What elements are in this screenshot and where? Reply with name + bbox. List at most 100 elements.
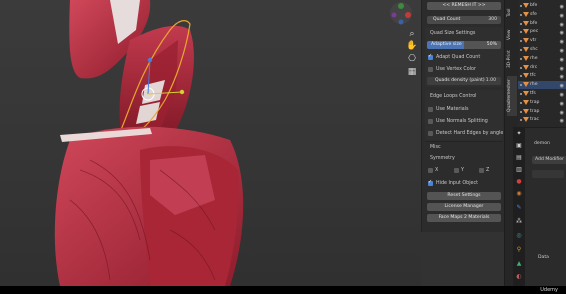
use-vertex-color-checkbox[interactable] xyxy=(428,67,433,72)
zoom-icon[interactable]: ⌕ xyxy=(405,28,419,40)
outliner-item-label: trac xyxy=(530,117,540,123)
material-tab-icon[interactable]: ◐ xyxy=(516,274,522,280)
scene-tab-icon[interactable]: ● xyxy=(516,179,522,185)
visibility-eye-icon[interactable]: ◉ xyxy=(560,21,564,29)
outliner-row[interactable]: shc ◉ xyxy=(518,46,566,54)
outliner-item-label: pec xyxy=(530,29,539,35)
object-name: demon xyxy=(534,141,550,146)
expand-dot-icon[interactable] xyxy=(520,57,522,60)
visibility-eye-icon[interactable]: ◉ xyxy=(560,73,564,81)
tab-quadremesher[interactable]: Quadremesher xyxy=(507,76,517,116)
symmetry-y-label: Y xyxy=(461,168,464,173)
outliner-row[interactable]: trac ◉ xyxy=(518,116,566,124)
outliner-item-label: vtr xyxy=(530,38,537,44)
tab-tool[interactable]: Tool xyxy=(507,2,517,24)
view-layer-tab-icon[interactable]: ▥ xyxy=(516,167,522,173)
visibility-eye-icon[interactable]: ◉ xyxy=(560,109,564,117)
visibility-eye-icon[interactable]: ◉ xyxy=(560,3,564,11)
world-tab-icon[interactable]: ◉ xyxy=(516,191,522,197)
outliner-item-label: rhe xyxy=(530,55,538,61)
symmetry-z-checkbox[interactable] xyxy=(479,168,484,173)
outliner-item-label: bfe xyxy=(530,20,538,26)
data-tab-icon[interactable]: ▲ xyxy=(516,261,522,267)
expand-dot-icon[interactable] xyxy=(520,40,522,43)
expand-dot-icon[interactable] xyxy=(520,101,522,104)
quads-density-field[interactable]: Quads density (paint) 1.00 xyxy=(427,77,501,85)
expand-dot-icon[interactable] xyxy=(520,22,522,25)
adaptive-size-slider[interactable]: Adaptive size 50% xyxy=(427,41,501,49)
mesh-object-icon xyxy=(523,55,529,61)
tool-tab-icon[interactable]: ✦ xyxy=(516,131,522,137)
particles-tab-icon[interactable]: ⁂ xyxy=(516,219,522,225)
face-maps-to-materials-button[interactable]: Face Maps 2 Materials xyxy=(427,214,501,222)
license-manager-button[interactable]: License Manager xyxy=(427,203,501,211)
visibility-eye-icon[interactable]: ◉ xyxy=(560,65,564,73)
visibility-eye-icon[interactable]: ◉ xyxy=(560,29,564,37)
perspective-toggle-icon[interactable]: ▦ xyxy=(405,66,419,78)
mesh-object-icon xyxy=(523,73,529,79)
outliner-row[interactable]: trap ◉ xyxy=(518,108,566,116)
use-normals-splitting-label: Use Normals Splitting xyxy=(436,119,488,124)
expand-dot-icon[interactable] xyxy=(520,75,522,78)
adaptive-size-label: Adaptive size xyxy=(431,42,462,47)
expand-dot-icon[interactable] xyxy=(520,66,522,69)
camera-view-icon[interactable]: ⎔ xyxy=(405,53,419,65)
expand-dot-icon[interactable] xyxy=(520,119,522,122)
outliner-row[interactable]: trap ◉ xyxy=(518,99,566,107)
mesh-object-icon xyxy=(523,47,529,52)
outliner-row[interactable]: bfe ◉ xyxy=(518,20,566,28)
reset-settings-button[interactable]: Reset Settings xyxy=(427,192,501,200)
visibility-eye-icon[interactable]: ◉ xyxy=(560,56,564,64)
remesh-button[interactable]: << REMESH IT >> xyxy=(427,2,501,10)
npanel-empty-area xyxy=(421,232,504,286)
expand-dot-icon[interactable] xyxy=(520,49,522,51)
quad-count-field[interactable]: Quad Count 300 xyxy=(427,16,501,24)
visibility-eye-icon[interactable]: ◉ xyxy=(560,82,564,90)
expand-dot-icon[interactable] xyxy=(520,5,522,7)
adapt-quad-count-checkbox[interactable] xyxy=(428,53,433,60)
detect-hard-edges-label: Detect Hard Edges by angle xyxy=(436,131,504,136)
use-normals-splitting-checkbox[interactable] xyxy=(428,119,433,124)
3d-viewport[interactable]: ⌕ ✋ ⎔ ▦ xyxy=(0,0,421,286)
expand-dot-icon[interactable] xyxy=(520,93,522,95)
outliner-row[interactable]: drc ◉ xyxy=(518,64,566,72)
navigation-gizmo[interactable] xyxy=(381,2,419,28)
expand-dot-icon[interactable] xyxy=(520,31,522,34)
symmetry-y-checkbox[interactable] xyxy=(454,168,459,173)
divider xyxy=(425,141,503,142)
outliner-row[interactable]: rhe ◉ xyxy=(518,81,566,90)
outliner-row[interactable]: tfc ◉ xyxy=(518,72,566,80)
output-tab-icon[interactable]: ▤ xyxy=(516,155,522,161)
outliner-row[interactable]: bfe ◉ xyxy=(518,2,566,10)
visibility-eye-icon[interactable]: ◉ xyxy=(560,100,564,108)
expand-dot-icon[interactable] xyxy=(520,110,522,113)
render-tab-icon[interactable]: ▣ xyxy=(516,143,522,149)
add-modifier-button[interactable]: Add Modifier xyxy=(532,156,566,164)
modifier-field[interactable] xyxy=(532,170,564,178)
visibility-eye-icon[interactable]: ◉ xyxy=(560,47,564,55)
pan-hand-icon[interactable]: ✋ xyxy=(405,40,419,52)
outliner-row[interactable]: sfe ◉ xyxy=(518,11,566,19)
outliner-row[interactable]: vtr ◉ xyxy=(518,37,566,45)
symmetry-x-checkbox[interactable] xyxy=(428,168,433,173)
hide-input-object-checkbox[interactable] xyxy=(428,179,433,186)
outliner-row[interactable]: tfs ◉ xyxy=(518,90,566,98)
physics-tab-icon[interactable]: ◎ xyxy=(516,233,522,239)
tab-3d-print[interactable]: 3D-Print xyxy=(507,46,517,72)
quad-size-header: Quad Size Settings xyxy=(430,31,476,36)
outliner-row[interactable]: rhe ◉ xyxy=(518,55,566,63)
visibility-eye-icon[interactable]: ◉ xyxy=(560,91,564,99)
outliner-row[interactable]: pec ◉ xyxy=(518,28,566,36)
expand-dot-icon[interactable] xyxy=(520,13,522,16)
use-materials-checkbox[interactable] xyxy=(428,107,433,112)
tab-view[interactable]: View xyxy=(507,26,517,44)
visibility-eye-icon[interactable]: ◉ xyxy=(560,12,564,20)
mesh-object-icon xyxy=(523,108,529,114)
expand-dot-icon[interactable] xyxy=(520,84,522,87)
visibility-eye-icon[interactable]: ◉ xyxy=(560,38,564,46)
modifier-wrench-icon[interactable]: ✎ xyxy=(516,205,522,211)
blender-window: ⌕ ✋ ⎔ ▦ << REMESH IT >> Quad Count 300 Q… xyxy=(0,0,566,294)
constraints-tab-icon[interactable]: ⚲ xyxy=(516,247,522,253)
visibility-eye-icon[interactable]: ◉ xyxy=(560,117,564,125)
detect-hard-edges-checkbox[interactable] xyxy=(428,131,433,136)
